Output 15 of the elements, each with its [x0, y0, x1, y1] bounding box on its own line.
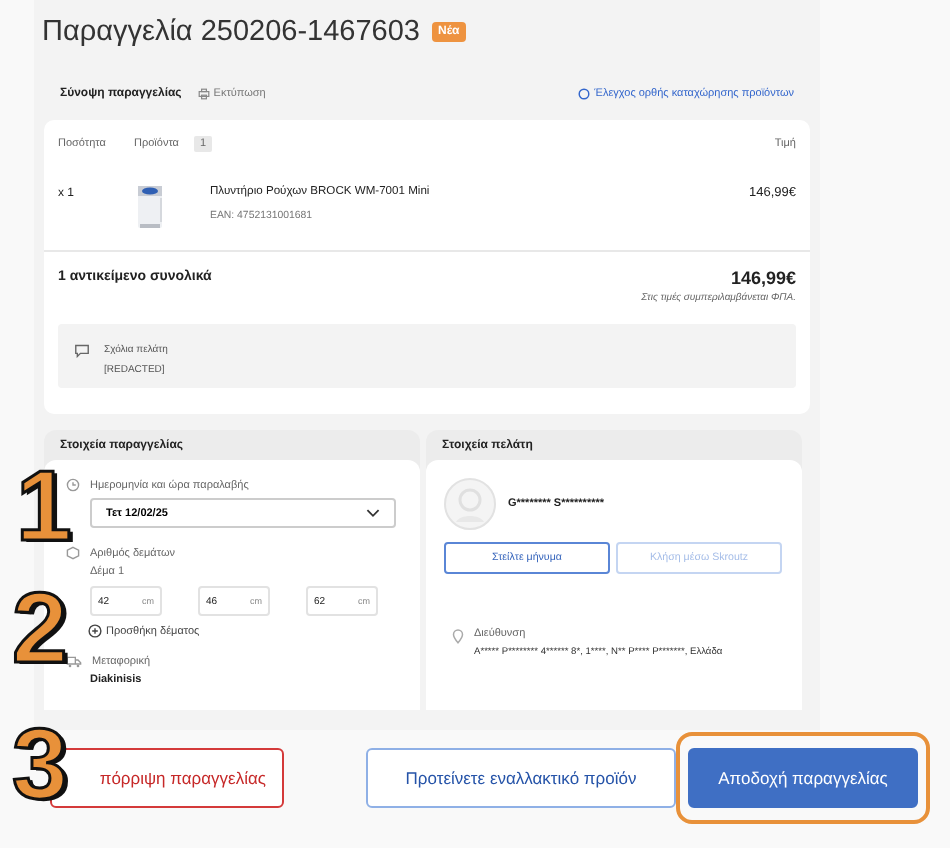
- avatar-icon: [444, 478, 496, 530]
- box-icon: [66, 546, 80, 560]
- alternative-order-button[interactable]: Προτείνετε εναλλακτικό προϊόν: [366, 748, 676, 808]
- accept-order-button[interactable]: Αποδοχή παραγγελίας: [688, 748, 918, 808]
- annotation-number: 2: [12, 578, 68, 678]
- plus-icon: [88, 624, 102, 638]
- truck-icon: [66, 656, 82, 668]
- location-pin-icon: [452, 628, 464, 644]
- clock-icon: [66, 478, 80, 492]
- annotation-number: 1: [16, 456, 72, 556]
- page-title: Παραγγελία 250206-1467603: [42, 16, 420, 48]
- comment-icon: [74, 344, 90, 358]
- total-amount: 146,99€: [730, 268, 796, 288]
- chevron-down-icon: [366, 508, 380, 518]
- printer-icon: [197, 88, 210, 100]
